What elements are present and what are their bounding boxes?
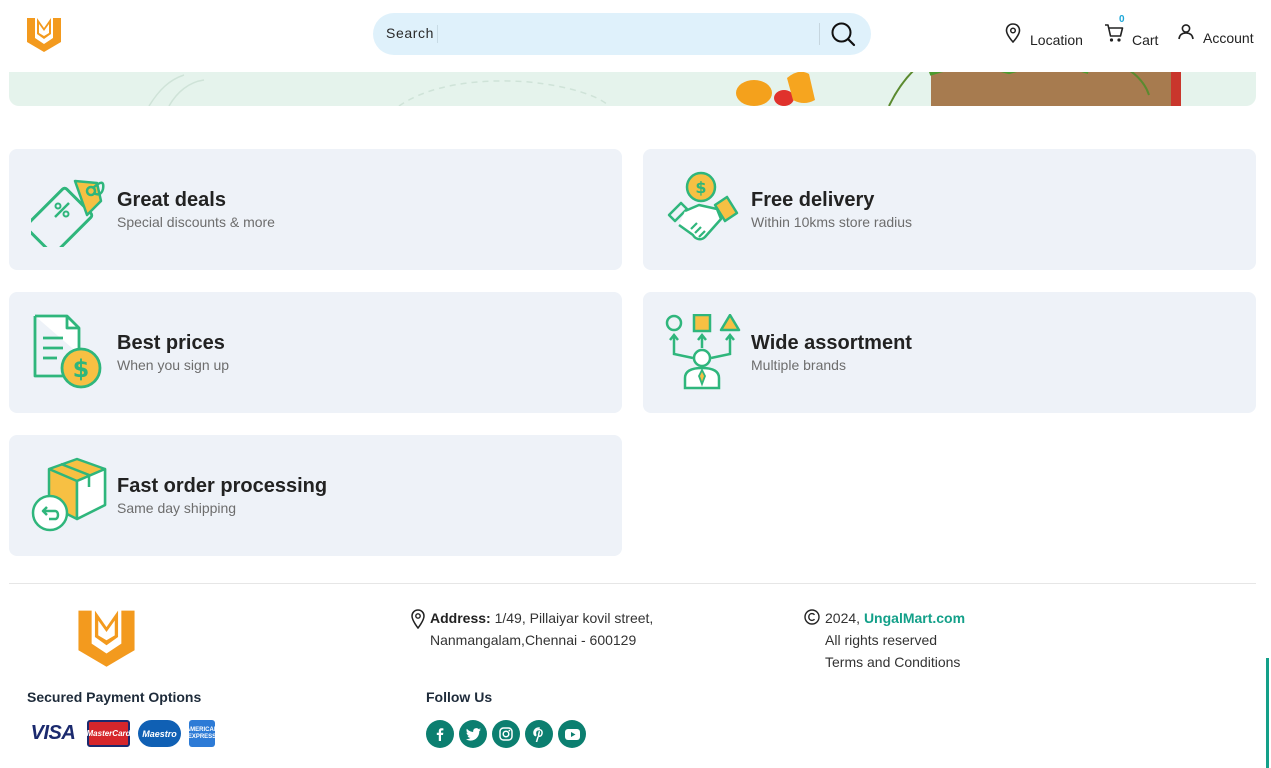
brand-link[interactable]: UngalMart.com (864, 610, 965, 626)
search-cursor (437, 25, 438, 43)
shapes-assortment-icon (665, 314, 741, 390)
feature-card-great-deals: Great deals Special discounts & more (9, 149, 622, 270)
feature-subtitle: When you sign up (117, 357, 230, 373)
box-return-icon (31, 457, 107, 532)
feature-card-fast-order: Fast order processing Same day shipping (9, 435, 622, 556)
cart-count-badge: 0 (1119, 14, 1125, 25)
location-pin-icon (411, 609, 425, 629)
twitter-icon (465, 727, 481, 741)
social-links (426, 720, 586, 748)
search-icon[interactable] (830, 21, 856, 47)
payment-heading: Secured Payment Options (27, 689, 202, 705)
address-label: Address: (430, 610, 491, 626)
feature-title: Free delivery (751, 189, 875, 211)
search-input[interactable]: Search (386, 25, 434, 41)
store-address: Address: 1/49, Pillaiyar kovil street, N… (410, 607, 653, 651)
instagram-link[interactable] (492, 720, 520, 748)
nav-account[interactable]: Account (1177, 23, 1254, 46)
location-label: Location (1030, 32, 1083, 48)
pinterest-link[interactable] (525, 720, 553, 748)
feature-title: Wide assortment (751, 332, 912, 354)
feature-title: Best prices (117, 332, 225, 354)
twitter-link[interactable] (459, 720, 487, 748)
address-line-1: 1/49, Pillaiyar kovil street, (490, 610, 654, 626)
copyright-icon (804, 609, 820, 625)
feature-card-free-delivery: $ Free delivery Within 10kms store radiu… (643, 149, 1256, 270)
feature-subtitle: Multiple brands (751, 357, 846, 373)
terms-link[interactable]: Terms and Conditions (825, 651, 965, 673)
address-line-2: Nanmangalam,Chennai - 600129 (430, 632, 637, 648)
pinterest-icon (533, 726, 543, 742)
footer-divider (9, 583, 1256, 584)
cart-icon (1105, 24, 1124, 42)
facebook-icon (436, 728, 444, 741)
search-divider (819, 23, 820, 45)
copyright-year: 2024, (825, 610, 861, 626)
copyright-block: 2024, UngalMart.com All rights reserved … (804, 607, 965, 673)
feature-subtitle: Same day shipping (117, 500, 237, 516)
feature-title: Fast order processing (117, 475, 328, 497)
feature-subtitle: Within 10kms store radius (751, 214, 913, 230)
visa-logo: VISA (30, 722, 76, 744)
nav-cart[interactable]: 0 Cart (1104, 14, 1158, 48)
site-header: Search Location 0 Cart Account (0, 0, 1268, 72)
feature-card-best-prices: $ Best prices When you sign up (9, 292, 622, 413)
follow-heading: Follow Us (426, 689, 493, 705)
feature-card-wide-assortment: Wide assortment Multiple brands (643, 292, 1256, 413)
feature-title: Great deals (117, 189, 226, 211)
facebook-link[interactable] (426, 720, 454, 748)
maestro-logo: Maestro (138, 720, 181, 747)
instagram-icon (499, 727, 513, 741)
youtube-icon (564, 728, 580, 740)
payment-methods: VISA MasterCard Maestro AMERICAN EXPRESS (27, 720, 218, 747)
account-label: Account (1203, 30, 1254, 46)
page-scrollbar[interactable] (1266, 658, 1269, 768)
location-pin-icon (1005, 23, 1021, 43)
handshake-money-icon: $ (667, 171, 739, 241)
amex-logo: AMERICAN EXPRESS (186, 720, 218, 747)
discount-tag-icon (31, 179, 105, 247)
ungalmart-logo[interactable] (25, 14, 63, 54)
ungalmart-footer-logo[interactable] (75, 604, 138, 670)
price-document-icon: $ (33, 314, 102, 389)
svg-text:$: $ (73, 355, 90, 383)
cart-label: Cart (1132, 32, 1159, 48)
nav-location[interactable]: Location (1004, 23, 1083, 48)
feature-subtitle: Special discounts & more (117, 214, 275, 230)
user-icon (1178, 24, 1194, 40)
svg-text:$: $ (695, 178, 706, 197)
youtube-link[interactable] (558, 720, 586, 748)
mastercard-logo: MasterCard (87, 720, 131, 747)
search-bar[interactable]: Search (373, 13, 871, 55)
rights-text: All rights reserved (825, 632, 938, 648)
